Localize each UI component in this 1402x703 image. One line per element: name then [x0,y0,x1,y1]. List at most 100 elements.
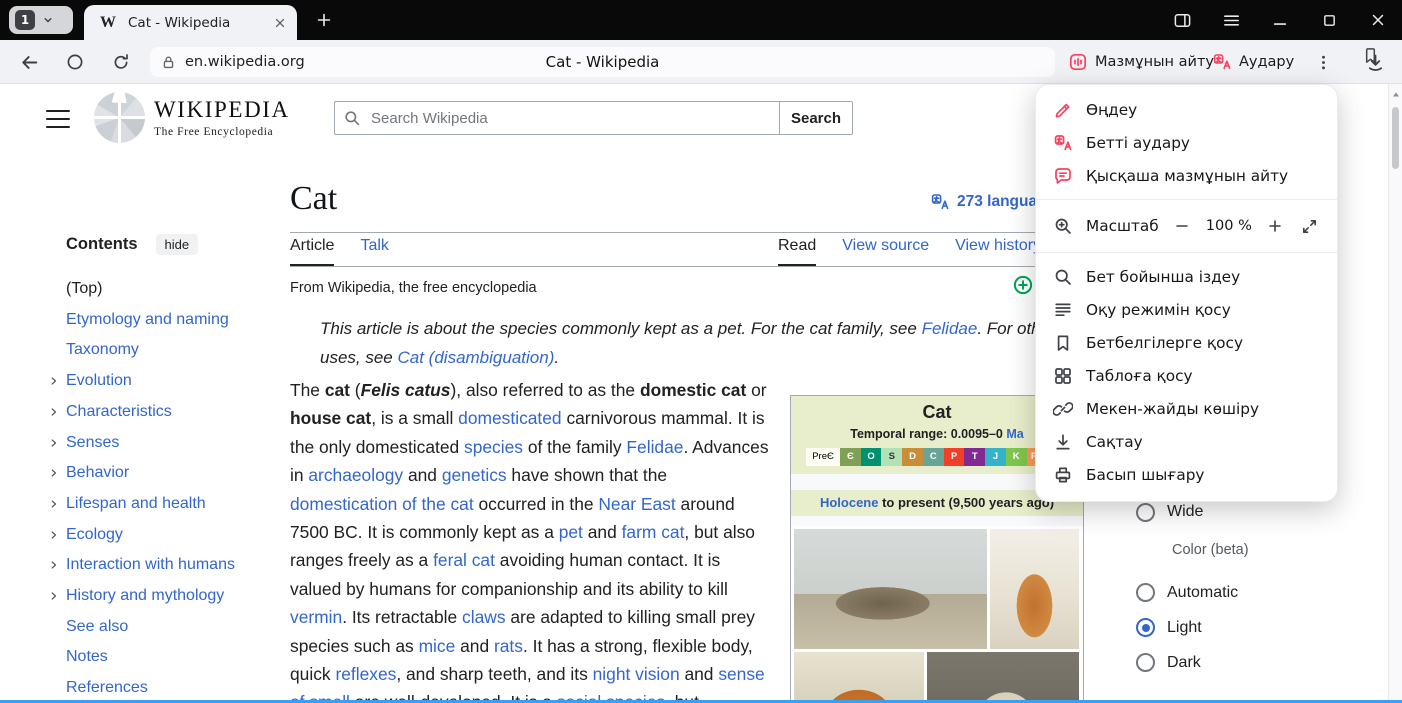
wiki-link[interactable]: domestication of the cat [290,494,474,514]
toc-item[interactable]: (Top) [48,274,258,305]
menu-item[interactable]: Сақтау [1036,425,1337,458]
view-tab[interactable]: View source [842,237,929,266]
fullscreen-icon[interactable] [1299,214,1320,238]
wiki-link[interactable]: Cat (disambiguation) [398,348,555,367]
tabby-cat-on-ledge-photo[interactable] [794,529,987,649]
chevron-right-icon[interactable] [48,375,60,387]
article-tab[interactable]: Article [290,237,334,266]
summarize-button[interactable]: Мазмұнын айту [1068,49,1214,75]
toc-item[interactable]: Ecology [48,520,258,551]
wiki-link[interactable]: night vision [593,664,680,684]
wiki-link[interactable]: domesticated [458,408,561,428]
zoom-out-button[interactable] [1172,214,1193,238]
wiki-link[interactable]: rats [494,636,523,656]
color-option[interactable]: Automatic [1136,575,1238,610]
color-radio[interactable] [1136,583,1155,602]
chevron-right-icon[interactable] [48,498,60,510]
wiki-link[interactable]: farm cat [622,522,685,542]
minimize-button[interactable] [1270,10,1290,30]
toc-item[interactable]: History and mythology [48,581,258,612]
toc-item[interactable]: Behavior [48,458,258,489]
menu-item[interactable]: Басып шығару [1036,458,1337,491]
menu-item[interactable]: Таблоға қосу [1036,359,1337,392]
search-input[interactable] [369,109,779,128]
toc-item[interactable]: Interaction with humans [48,550,258,581]
view-tab[interactable]: Read [778,237,816,266]
wide-radio[interactable] [1136,503,1155,522]
toc-item[interactable]: Taxonomy [48,335,258,366]
zoom-value: 100 % [1206,218,1252,234]
menu-item[interactable]: Бетті аудару [1036,126,1337,159]
scrollbar[interactable] [1388,84,1402,703]
menu-item[interactable]: Бет бойынша іздеу [1036,260,1337,293]
color-option[interactable]: Light [1136,610,1238,645]
toc-item[interactable]: Senses [48,428,258,459]
chevron-right-icon[interactable] [48,467,60,479]
zoom-in-button[interactable] [1265,214,1286,238]
downloads-icon[interactable] [1364,51,1386,73]
chevron-right-icon[interactable] [48,529,60,541]
toc-item[interactable]: See also [48,612,258,643]
new-tab-button[interactable] [312,8,336,32]
menu-item[interactable]: Қысқаша мазмұнын айту [1036,159,1337,192]
scrollbar-thumb[interactable] [1392,107,1399,169]
wiki-link[interactable]: reflexes [335,664,396,684]
wiki-link[interactable]: Felidae [922,319,978,338]
green-plus-icon[interactable] [1012,274,1034,296]
ginger-cat-sitting-photo[interactable] [990,529,1079,649]
browser-tab[interactable]: W Cat - Wikipedia [84,5,297,40]
ma-link[interactable]: Ma [1006,427,1023,441]
scroll-up-arrow[interactable] [1389,88,1402,102]
wikipedia-wordmark[interactable]: WIKIPEDIA The Free Encyclopedia [154,97,290,138]
holocene-link[interactable]: Holocene [820,495,879,510]
wiki-link[interactable]: genetics [442,465,507,485]
chevron-right-icon[interactable] [48,590,60,602]
color-radio[interactable] [1136,653,1155,672]
search-button[interactable]: Search [779,101,853,135]
wiki-link[interactable]: mice [419,636,456,656]
wiki-link[interactable]: archaeology [308,465,403,485]
tab-close-icon[interactable] [273,16,287,30]
wiki-link[interactable]: Felidae [626,437,683,457]
browser-menu-icon[interactable] [1221,10,1241,30]
orange-tabby-face-photo[interactable] [794,652,924,703]
wiki-link[interactable]: claws [462,607,506,627]
wiki-link[interactable]: feral cat [433,550,495,570]
toc-hide-button[interactable]: hide [156,234,199,255]
search-box[interactable] [334,101,779,135]
toc-item[interactable]: Etymology and naming [48,305,258,336]
back-button[interactable] [18,51,40,73]
toc-item[interactable]: Lifespan and health [48,489,258,520]
article-tab[interactable]: Talk [360,237,388,266]
wiki-link[interactable]: pet [559,522,583,542]
wiki-link[interactable]: species [464,437,523,457]
color-option[interactable]: Dark [1136,645,1238,680]
wikipedia-logo[interactable] [94,92,145,143]
menu-item[interactable]: Мекен-жайды көшіру [1036,392,1337,425]
chevron-right-icon[interactable] [48,559,60,571]
reload-icon[interactable] [110,51,132,73]
menu-item[interactable]: Оқу режимін қосу [1036,293,1337,326]
menu-item[interactable]: Бетбелгілерге қосу [1036,326,1337,359]
more-options-icon[interactable] [1312,51,1334,73]
cream-cat-photo[interactable] [927,652,1079,703]
menu-item[interactable]: Өңдеу [1036,93,1337,126]
chevron-right-icon[interactable] [48,437,60,449]
maximize-button[interactable] [1319,10,1339,30]
address-bar[interactable]: en.wikipedia.org Cat - Wikipedia [150,47,1055,77]
profile-icon[interactable] [64,51,86,73]
toc-item[interactable]: References [48,673,258,703]
toc-item[interactable]: Characteristics [48,397,258,428]
main-menu-icon[interactable] [46,110,70,128]
view-tab[interactable]: View history [955,237,1041,266]
toc-item[interactable]: Notes [48,642,258,673]
toc-item[interactable]: Evolution [48,366,258,397]
chevron-right-icon[interactable] [48,406,60,418]
wiki-link[interactable]: vermin [290,607,342,627]
wiki-link[interactable]: Near East [598,494,675,514]
sidebar-panel-icon[interactable] [1172,10,1192,30]
color-radio[interactable] [1136,618,1155,637]
close-window-button[interactable] [1368,10,1388,30]
tab-counter-button[interactable]: 1 [9,6,73,34]
translate-button[interactable]: Аудару [1212,49,1294,75]
